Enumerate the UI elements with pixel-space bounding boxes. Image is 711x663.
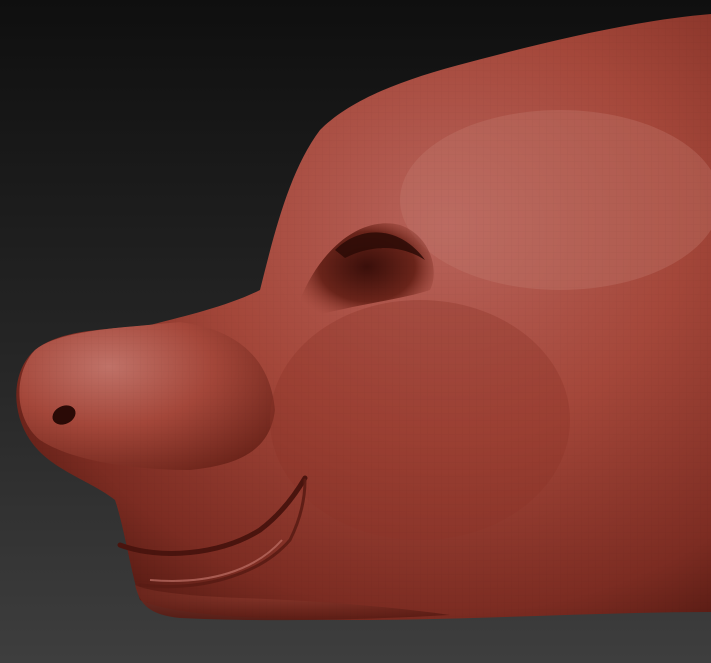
sculpt-render [0,0,711,663]
sculpt-viewport[interactable] [0,0,711,663]
